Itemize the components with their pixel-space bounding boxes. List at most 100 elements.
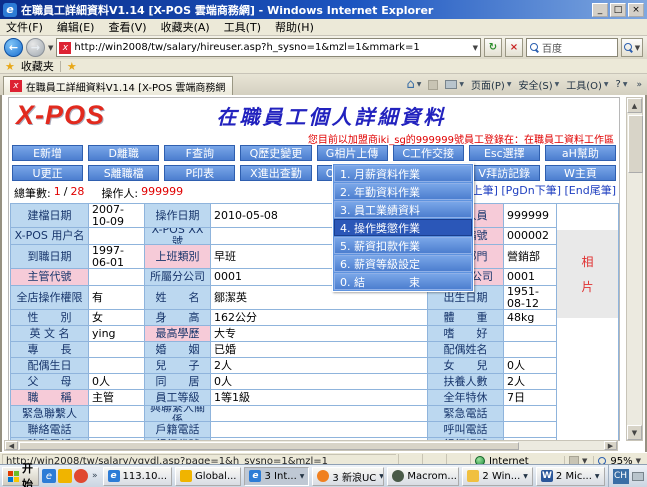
menubar-item[interactable]: 编辑(E) <box>57 19 95 35</box>
form-value[interactable] <box>89 422 145 438</box>
active-tab[interactable]: x 在職員工詳細資料V1.14 [X-POS 雲端商務網] <box>3 76 233 95</box>
taskbar-button[interactable]: W2 Mic...▼ <box>536 467 605 486</box>
form-value[interactable] <box>504 422 557 438</box>
scroll-left-icon[interactable]: ◀ <box>5 441 18 450</box>
horizontal-scroll-thumb[interactable] <box>19 442 519 450</box>
form-value[interactable]: 2人 <box>504 374 557 390</box>
form-value[interactable]: ying <box>89 326 145 342</box>
form-value[interactable]: 48kg <box>504 310 557 326</box>
quicklaunch-chevron-icon[interactable]: » <box>90 471 100 481</box>
taskbar-button[interactable]: Macrom... <box>387 467 459 486</box>
quicklaunch-qq-icon[interactable] <box>74 469 88 483</box>
quicklaunch-app-icon[interactable] <box>58 469 72 483</box>
menubar-item[interactable]: 文件(F) <box>6 19 43 35</box>
print-button[interactable]: ▼ <box>445 80 464 89</box>
form-value[interactable]: 0人 <box>89 374 145 390</box>
menubar-item[interactable]: 工具(T) <box>224 19 261 35</box>
form-value[interactable] <box>211 422 428 438</box>
taskbar-button[interactable]: e3 Int...▼ <box>244 467 309 486</box>
form-value[interactable] <box>504 326 557 342</box>
form-value[interactable]: 0人 <box>211 374 428 390</box>
function-button[interactable]: aH幫助 <box>545 145 616 161</box>
vertical-scroll-thumb[interactable] <box>628 115 643 173</box>
address-bar[interactable]: x http://win2008/tw/salary/hireuser.asp?… <box>56 38 481 57</box>
form-value[interactable]: 已婚 <box>211 342 428 358</box>
form-value[interactable]: 大专 <box>211 326 428 342</box>
address-dropdown-icon[interactable]: ▼ <box>473 44 478 52</box>
group-dropdown-icon[interactable]: ▼ <box>300 473 305 480</box>
function-button[interactable]: F查詢 <box>164 145 235 161</box>
back-button[interactable]: ← <box>4 38 23 57</box>
favorites-star-icon[interactable]: ★ <box>5 60 15 73</box>
tray-printer-icon[interactable] <box>632 472 644 481</box>
dropdown-item[interactable]: 6. 薪資等級設定 <box>334 255 472 272</box>
menubar-item[interactable]: 收藏夹(A) <box>161 19 210 35</box>
close-button[interactable]: × <box>628 3 644 17</box>
scroll-up-icon[interactable]: ▲ <box>627 98 642 113</box>
language-indicator[interactable]: CH <box>613 469 629 484</box>
dropdown-item[interactable]: 2. 年勤資料作業 <box>334 183 472 200</box>
function-button[interactable]: Esc選擇 <box>469 145 540 161</box>
page-menu-button[interactable]: 页面(P)▼ <box>471 77 511 92</box>
scroll-down-icon[interactable]: ▼ <box>627 425 642 440</box>
form-value[interactable] <box>89 358 145 374</box>
form-value[interactable]: 7日 <box>504 390 557 406</box>
tools-menu-button[interactable]: 工具(O)▼ <box>566 77 608 92</box>
favorites-label[interactable]: 收藏夹 <box>21 58 54 74</box>
function-button[interactable]: Q歷史變更 <box>240 145 311 161</box>
feeds-button[interactable] <box>428 80 438 90</box>
form-value[interactable]: 2人 <box>211 358 428 374</box>
form-value[interactable] <box>89 406 145 422</box>
form-value[interactable] <box>89 342 145 358</box>
group-dropdown-icon[interactable]: ▼ <box>379 473 384 480</box>
menubar-item[interactable]: 帮助(H) <box>275 19 314 35</box>
function-button[interactable]: G相片上傳 <box>317 145 388 161</box>
add-favorite-icon[interactable]: ★ <box>67 60 77 73</box>
function-button[interactable]: U更正 <box>12 165 83 181</box>
vertical-scrollbar[interactable]: ▲ ▼ <box>626 97 643 441</box>
stop-button[interactable]: × <box>505 38 523 57</box>
function-button[interactable]: E新增 <box>12 145 83 161</box>
minimize-button[interactable]: _ <box>592 3 608 17</box>
form-value[interactable]: 1997-06-01 <box>89 245 145 269</box>
function-button[interactable]: X進出查勤 <box>240 165 311 181</box>
menubar-item[interactable]: 查看(V) <box>108 19 146 35</box>
form-value[interactable] <box>504 406 557 422</box>
function-button[interactable]: W主頁 <box>545 165 616 181</box>
maximize-button[interactable]: □ <box>610 3 626 17</box>
search-input[interactable]: 百度 <box>526 38 618 57</box>
search-go-button[interactable]: ▼ <box>621 38 643 57</box>
taskbar-button[interactable]: 2 Win...▼ <box>462 467 533 486</box>
function-button[interactable]: P印表 <box>164 165 235 181</box>
function-button[interactable]: V拜訪記錄 <box>469 165 540 181</box>
quicklaunch-ie-icon[interactable]: e <box>42 469 56 483</box>
form-value[interactable]: 1951-08-12 <box>504 286 557 310</box>
overflow-chevron-icon[interactable]: » <box>634 80 644 90</box>
form-value[interactable]: 999999 <box>504 204 557 228</box>
history-dropdown-icon[interactable]: ▼ <box>48 44 53 52</box>
forward-button[interactable]: → <box>26 38 45 57</box>
form-value[interactable]: 2007-10-09 <box>89 204 145 228</box>
form-value[interactable]: 0人 <box>504 358 557 374</box>
function-button[interactable]: C工作交接 <box>393 145 464 161</box>
dropdown-item[interactable]: 3. 員工業績資料 <box>334 201 472 218</box>
form-value[interactable]: 營銷部 <box>504 245 557 269</box>
address-url[interactable]: http://win2008/tw/salary/hireuser.asp?h_… <box>74 42 469 53</box>
form-value[interactable]: 162公分 <box>211 310 428 326</box>
form-value[interactable] <box>89 269 145 286</box>
form-value[interactable]: 女 <box>89 310 145 326</box>
group-dropdown-icon[interactable]: ▼ <box>523 473 528 480</box>
taskbar-button[interactable]: 3 新浪UC▼ <box>312 467 384 486</box>
form-value[interactable]: 0001 <box>504 269 557 286</box>
form-value[interactable] <box>504 342 557 358</box>
form-value[interactable] <box>211 406 428 422</box>
scroll-right-icon[interactable]: ▶ <box>604 441 617 450</box>
form-value[interactable]: 主管 <box>89 390 145 406</box>
horizontal-scrollbar[interactable]: ◀ ▶ <box>4 440 618 451</box>
start-button[interactable]: 开始 <box>2 467 39 486</box>
safety-menu-button[interactable]: 安全(S)▼ <box>518 77 559 92</box>
form-value[interactable] <box>89 228 145 245</box>
function-button[interactable]: D離職 <box>88 145 159 161</box>
home-button[interactable]: ⌂▼ <box>406 77 421 92</box>
taskbar-button[interactable]: e113.10... <box>103 467 173 486</box>
